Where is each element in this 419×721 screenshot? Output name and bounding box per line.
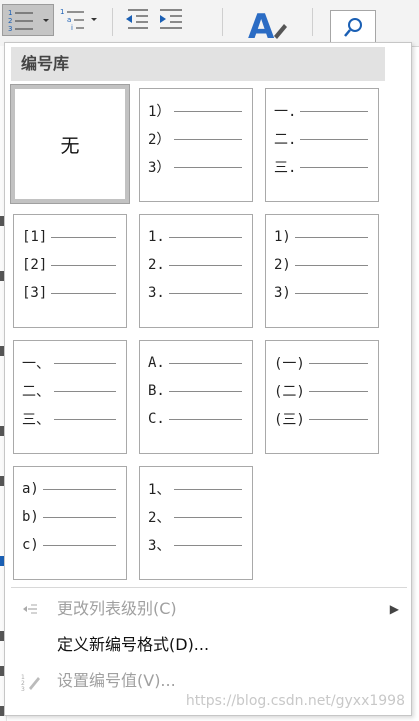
set-numbering-value-label: 设置编号值(V)... [57,671,176,690]
set-value-icon: 1 2 3 [21,672,41,693]
svg-text:3: 3 [8,25,12,33]
submenu-arrow-icon: ▶ [389,602,399,616]
menu-divider [11,587,407,588]
numbering-option[interactable]: 一、 二、 三、 [13,340,127,454]
list-marker: 1） [148,104,171,120]
list-marker: (二) [274,384,305,400]
list-marker: A. [148,355,165,371]
watermark: https://blog.csdn.net/gyxx1998 [185,693,405,709]
change-list-level-label: 更改列表级别(C) [57,599,177,618]
change-list-level-menu-item[interactable]: 更改列表级别(C) ▶ [11,592,407,626]
numbering-option[interactable]: [1] [2] [3] [13,214,127,328]
find-button[interactable] [330,10,376,46]
numbering-dropdown: 编号库 无 1） 2） 3） 一. 二. 三. [1] [2] [3] 1. 2… [4,42,412,716]
ribbon-divider [112,8,113,36]
svg-text:A: A [248,7,275,44]
numbering-list-icon: 1 2 3 [8,9,49,33]
list-marker: 1、 [148,482,171,498]
decrease-indent-icon [126,9,148,29]
numbering-option[interactable]: 一. 二. 三. [265,88,379,202]
list-marker: B. [148,383,165,399]
list-marker: c) [22,537,39,553]
list-marker: 3. [148,285,165,301]
svg-text:2: 2 [8,17,12,25]
list-marker: 2、 [148,510,171,526]
numbering-option[interactable]: 1、 2、 3、 [139,466,253,580]
svg-text:3: 3 [21,686,25,692]
increase-indent-icon [160,9,182,29]
list-marker: 3、 [148,538,171,554]
list-marker: (三) [274,412,305,428]
list-marker: 1) [274,229,291,245]
styles-button[interactable]: A [244,4,290,47]
list-marker: [1] [22,229,48,245]
define-new-number-format-menu-item[interactable]: 定义新编号格式(D)... [11,628,407,662]
list-marker: 3) [274,285,291,301]
list-marker: 3） [148,160,171,176]
list-marker: 三. [274,160,297,176]
list-marker: (一) [274,356,305,372]
list-marker: [3] [22,285,48,301]
define-new-number-format-label: 定义新编号格式(D)... [57,635,210,654]
list-marker: [2] [22,257,48,273]
svg-text:a: a [67,16,71,24]
ribbon-divider [222,8,223,36]
ribbon-divider [312,8,313,36]
list-marker: C. [148,411,165,427]
none-label: 无 [60,134,80,157]
list-marker: 一、 [22,356,50,372]
numbering-library-header: 编号库 [11,47,385,81]
numbering-option[interactable]: 1. 2. 3. [139,214,253,328]
list-marker: 三、 [22,412,50,428]
list-marker: 2） [148,132,171,148]
svg-text:i: i [71,24,73,32]
list-marker: 一. [274,104,297,120]
numbering-option[interactable]: 1) 2) 3) [265,214,379,328]
svg-text:1: 1 [60,8,64,16]
list-marker: 2. [148,257,165,273]
numbering-option[interactable]: a) b) c) [13,466,127,580]
svg-text:1: 1 [8,9,12,17]
list-marker: 二. [274,132,297,148]
list-marker: 1. [148,229,165,245]
numbering-option[interactable]: 1） 2） 3） [139,88,253,202]
numbering-option[interactable]: (一) (二) (三) [265,340,379,454]
list-marker: a) [22,481,39,497]
search-icon [344,18,362,37]
numbering-option[interactable]: A. B. C. [139,340,253,454]
multilevel-list-button[interactable]: 1 a i [58,4,104,36]
increase-indent-button[interactable] [156,4,186,36]
decrease-indent-button[interactable] [122,4,152,36]
numbering-button[interactable]: 1 2 3 [2,4,54,36]
styles-icon: A [248,7,287,47]
change-level-icon [21,600,41,618]
list-marker: 二、 [22,384,50,400]
multilevel-list-icon: 1 a i [60,8,97,32]
list-marker: 2) [274,257,291,273]
numbering-option-none[interactable]: 无 [10,84,130,204]
list-marker: b) [22,509,39,525]
ribbon-bar: 1 2 3 1 a i A [0,0,419,47]
